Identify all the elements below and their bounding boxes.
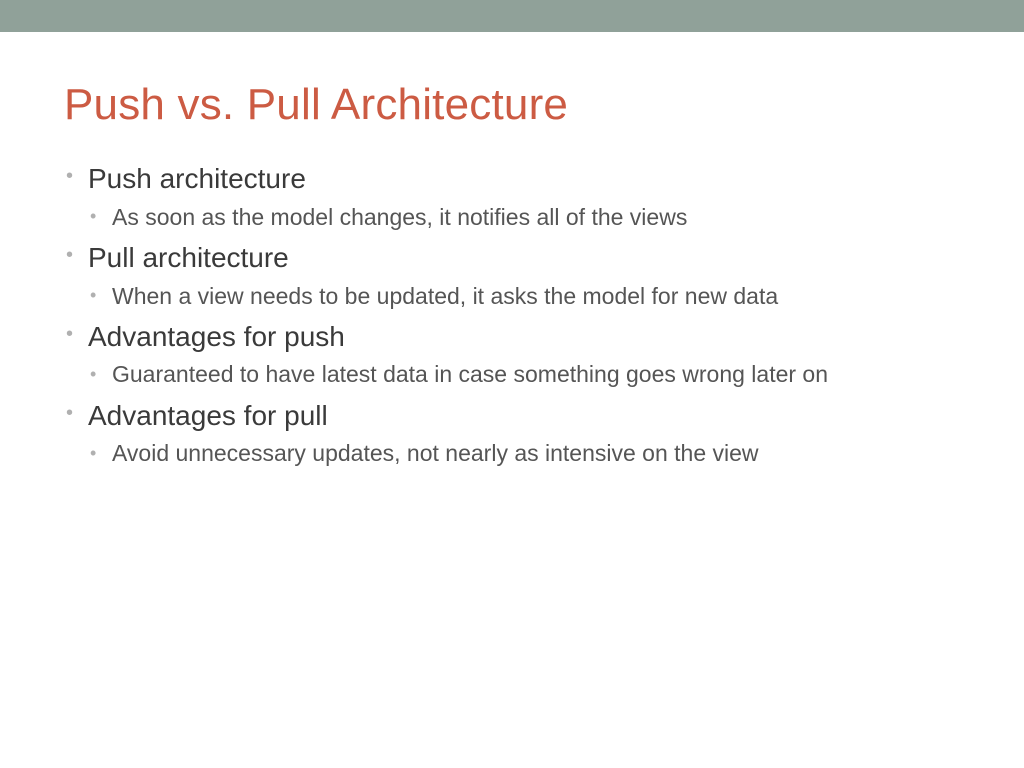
slide-title: Push vs. Pull Architecture	[64, 80, 960, 130]
list-item: Advantages for push Guaranteed to have l…	[64, 318, 960, 391]
list-item: As soon as the model changes, it notifie…	[88, 202, 960, 233]
top-accent-bar	[0, 0, 1024, 32]
slide-body: Push vs. Pull Architecture Push architec…	[0, 32, 1024, 469]
bullet-text: Push architecture	[88, 160, 960, 198]
list-item: Guaranteed to have latest data in case s…	[88, 359, 960, 390]
sub-bullet-text: Avoid unnecessary updates, not nearly as…	[112, 438, 960, 469]
sub-bullet-text: When a view needs to be updated, it asks…	[112, 281, 960, 312]
sub-bullet-text: Guaranteed to have latest data in case s…	[112, 359, 960, 390]
sub-list: When a view needs to be updated, it asks…	[88, 281, 960, 312]
list-item: Advantages for pull Avoid unnecessary up…	[64, 397, 960, 470]
sub-list: Avoid unnecessary updates, not nearly as…	[88, 438, 960, 469]
sub-bullet-text: As soon as the model changes, it notifie…	[112, 202, 960, 233]
bullet-list: Push architecture As soon as the model c…	[64, 160, 960, 469]
bullet-text: Advantages for pull	[88, 397, 960, 435]
list-item: Avoid unnecessary updates, not nearly as…	[88, 438, 960, 469]
list-item: Push architecture As soon as the model c…	[64, 160, 960, 233]
list-item: When a view needs to be updated, it asks…	[88, 281, 960, 312]
list-item: Pull architecture When a view needs to b…	[64, 239, 960, 312]
bullet-text: Pull architecture	[88, 239, 960, 277]
sub-list: Guaranteed to have latest data in case s…	[88, 359, 960, 390]
sub-list: As soon as the model changes, it notifie…	[88, 202, 960, 233]
bullet-text: Advantages for push	[88, 318, 960, 356]
